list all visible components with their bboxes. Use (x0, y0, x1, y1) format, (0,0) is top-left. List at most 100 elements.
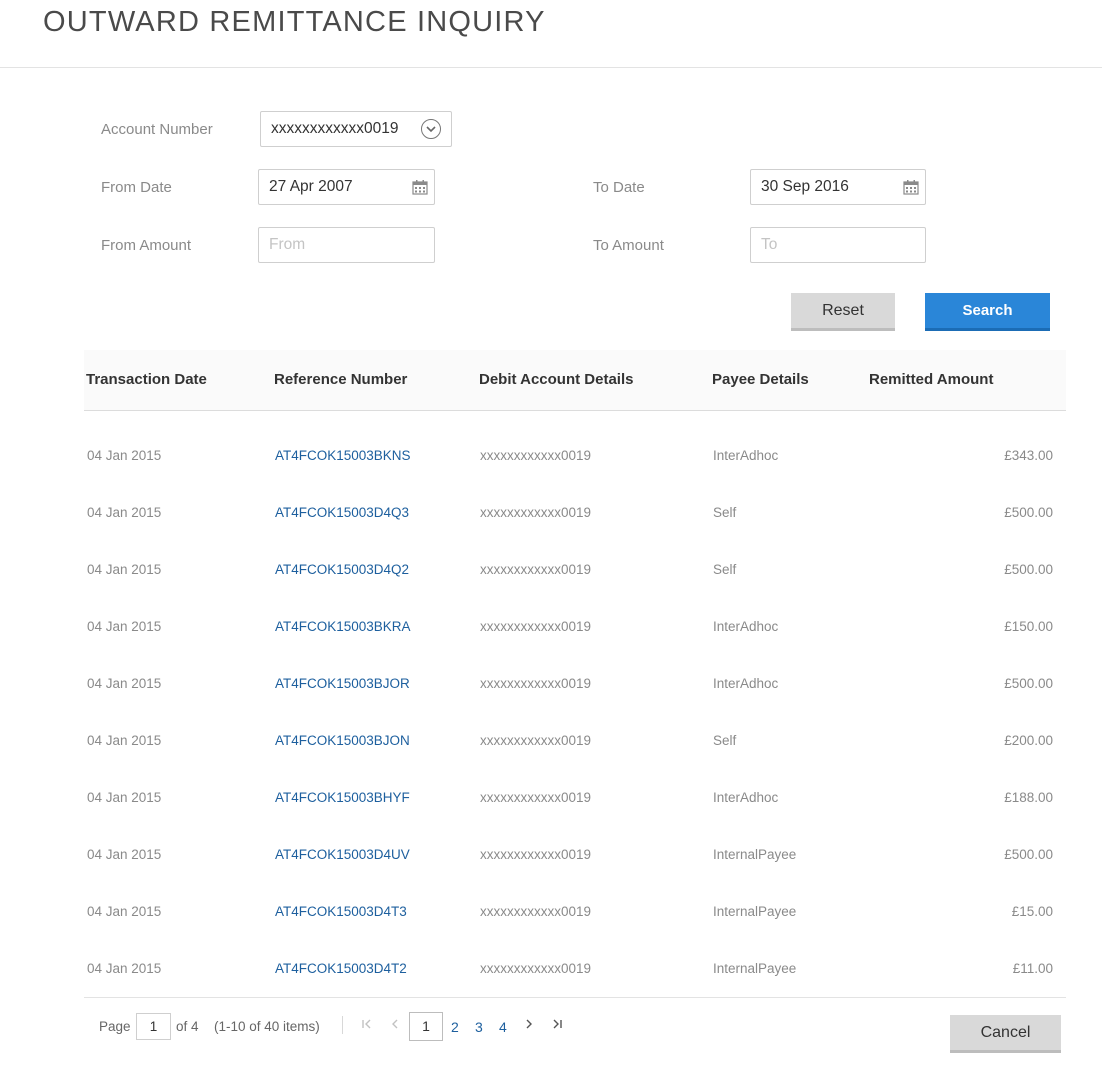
debit-account: xxxxxxxxxxxx0019 (480, 676, 592, 691)
transaction-date: 04 Jan 2015 (87, 790, 162, 805)
debit-account: xxxxxxxxxxxx0019 (480, 619, 592, 634)
table-row: 04 Jan 2015 AT4FCOK15003D4Q2 xxxxxxxxxxx… (84, 541, 1066, 598)
payee-details: InternalPayee (713, 847, 797, 862)
item-range-label: (1-10 of 40 items) (214, 1019, 320, 1034)
column-header-remitted-amount[interactable]: Remitted Amount (869, 371, 993, 388)
cancel-button[interactable]: Cancel (950, 1015, 1061, 1053)
transaction-date: 04 Jan 2015 (87, 676, 162, 691)
page-count-label: of 4 (176, 1019, 199, 1034)
transaction-date: 04 Jan 2015 (87, 505, 162, 520)
payee-details: InternalPayee (713, 904, 797, 919)
transaction-date: 04 Jan 2015 (87, 961, 162, 976)
account-number-select[interactable]: xxxxxxxxxxxx0019 (260, 111, 452, 147)
payee-details: InterAdhoc (713, 676, 779, 691)
table-row: 04 Jan 2015 AT4FCOK15003BJON xxxxxxxxxxx… (84, 712, 1066, 769)
reference-number-link[interactable]: AT4FCOK15003D4UV (275, 847, 410, 862)
transaction-date: 04 Jan 2015 (87, 847, 162, 862)
table-footer-divider (84, 997, 1066, 998)
to-date-label: To Date (593, 179, 645, 196)
page-link-2[interactable]: 2 (451, 1019, 459, 1035)
previous-page-icon[interactable] (388, 1017, 402, 1035)
debit-account: xxxxxxxxxxxx0019 (480, 562, 592, 577)
debit-account: xxxxxxxxxxxx0019 (480, 505, 592, 520)
column-header-reference-number[interactable]: Reference Number (274, 371, 407, 388)
debit-account: xxxxxxxxxxxx0019 (480, 790, 592, 805)
pagination-divider (342, 1016, 343, 1034)
debit-account: xxxxxxxxxxxx0019 (480, 961, 592, 976)
page-header: OUTWARD REMITTANCE INQUIRY (0, 0, 1102, 68)
remitted-amount: £500.00 (1004, 676, 1053, 691)
payee-details: Self (713, 505, 737, 520)
payee-details: InterAdhoc (713, 790, 779, 805)
to-date-value: 30 Sep 2016 (761, 178, 849, 195)
page-link-3[interactable]: 3 (475, 1019, 483, 1035)
table-row: 04 Jan 2015 AT4FCOK15003BKNS xxxxxxxxxxx… (84, 427, 1066, 484)
remitted-amount: £11.00 (1012, 961, 1053, 976)
to-amount-label: To Amount (593, 237, 664, 254)
from-date-value: 27 Apr 2007 (269, 178, 353, 195)
debit-account: xxxxxxxxxxxx0019 (480, 448, 592, 463)
table-row: 04 Jan 2015 AT4FCOK15003D4UV xxxxxxxxxxx… (84, 826, 1066, 883)
table-row: 04 Jan 2015 AT4FCOK15003BKRA xxxxxxxxxxx… (84, 598, 1066, 655)
from-date-field[interactable]: 27 Apr 2007 (258, 169, 435, 205)
remitted-amount: £150.00 (1004, 619, 1053, 634)
account-number-value: xxxxxxxxxxxx0019 (271, 120, 399, 137)
page-label: Page (99, 1019, 131, 1034)
table-row: 04 Jan 2015 AT4FCOK15003BHYF xxxxxxxxxxx… (84, 769, 1066, 826)
payee-details: Self (713, 733, 737, 748)
debit-account: xxxxxxxxxxxx0019 (480, 904, 592, 919)
current-page[interactable]: 1 (409, 1012, 443, 1041)
column-header-payee-details[interactable]: Payee Details (712, 371, 809, 388)
from-amount-label: From Amount (101, 237, 192, 254)
page-number-input[interactable]: 1 (136, 1013, 171, 1040)
remitted-amount: £15.00 (1011, 904, 1053, 919)
table-row: 04 Jan 2015 AT4FCOK15003BJOR xxxxxxxxxxx… (84, 655, 1066, 712)
remitted-amount: £500.00 (1004, 562, 1053, 577)
transaction-date: 04 Jan 2015 (87, 619, 162, 634)
debit-account: xxxxxxxxxxxx0019 (480, 847, 592, 862)
first-page-icon[interactable] (360, 1017, 374, 1035)
remitted-amount: £188.00 (1004, 790, 1053, 805)
reference-number-link[interactable]: AT4FCOK15003D4T2 (275, 961, 407, 976)
next-page-icon[interactable] (522, 1017, 536, 1035)
table-header: Transaction Date Reference Number Debit … (84, 350, 1066, 411)
column-header-debit-account[interactable]: Debit Account Details (479, 371, 633, 388)
calendar-icon[interactable] (412, 179, 428, 195)
reset-button[interactable]: Reset (791, 293, 895, 331)
chevron-down-icon (421, 119, 441, 139)
remitted-amount: £200.00 (1004, 733, 1053, 748)
table-row: 04 Jan 2015 AT4FCOK15003D4T2 xxxxxxxxxxx… (84, 940, 1066, 997)
search-button[interactable]: Search (925, 293, 1050, 331)
reference-number-link[interactable]: AT4FCOK15003BJON (275, 733, 410, 748)
reference-number-link[interactable]: AT4FCOK15003BJOR (275, 676, 410, 691)
to-date-field[interactable]: 30 Sep 2016 (750, 169, 926, 205)
reference-number-link[interactable]: AT4FCOK15003D4Q3 (275, 505, 409, 520)
table-row: 04 Jan 2015 AT4FCOK15003D4T3 xxxxxxxxxxx… (84, 883, 1066, 940)
payee-details: InterAdhoc (713, 448, 779, 463)
calendar-icon[interactable] (903, 179, 919, 195)
reference-number-link[interactable]: AT4FCOK15003BKRA (275, 619, 411, 634)
to-amount-input[interactable] (750, 227, 926, 263)
transaction-date: 04 Jan 2015 (87, 733, 162, 748)
remitted-amount: £500.00 (1004, 847, 1053, 862)
transaction-date: 04 Jan 2015 (87, 562, 162, 577)
remitted-amount: £343.00 (1004, 448, 1053, 463)
from-amount-input[interactable] (258, 227, 435, 263)
reference-number-link[interactable]: AT4FCOK15003BKNS (275, 448, 411, 463)
debit-account: xxxxxxxxxxxx0019 (480, 733, 592, 748)
transaction-date: 04 Jan 2015 (87, 448, 162, 463)
table-body: 04 Jan 2015 AT4FCOK15003BKNS xxxxxxxxxxx… (84, 427, 1066, 997)
page-link-4[interactable]: 4 (499, 1019, 507, 1035)
payee-details: InternalPayee (713, 961, 797, 976)
reference-number-link[interactable]: AT4FCOK15003D4T3 (275, 904, 407, 919)
from-date-label: From Date (101, 179, 172, 196)
payee-details: Self (713, 562, 737, 577)
table-row: 04 Jan 2015 AT4FCOK15003D4Q3 xxxxxxxxxxx… (84, 484, 1066, 541)
remitted-amount: £500.00 (1004, 505, 1053, 520)
account-number-label: Account Number (101, 121, 213, 138)
last-page-icon[interactable] (550, 1017, 564, 1035)
page-title: OUTWARD REMITTANCE INQUIRY (43, 6, 546, 38)
reference-number-link[interactable]: AT4FCOK15003BHYF (275, 790, 410, 805)
reference-number-link[interactable]: AT4FCOK15003D4Q2 (275, 562, 409, 577)
column-header-transaction-date[interactable]: Transaction Date (86, 371, 207, 388)
